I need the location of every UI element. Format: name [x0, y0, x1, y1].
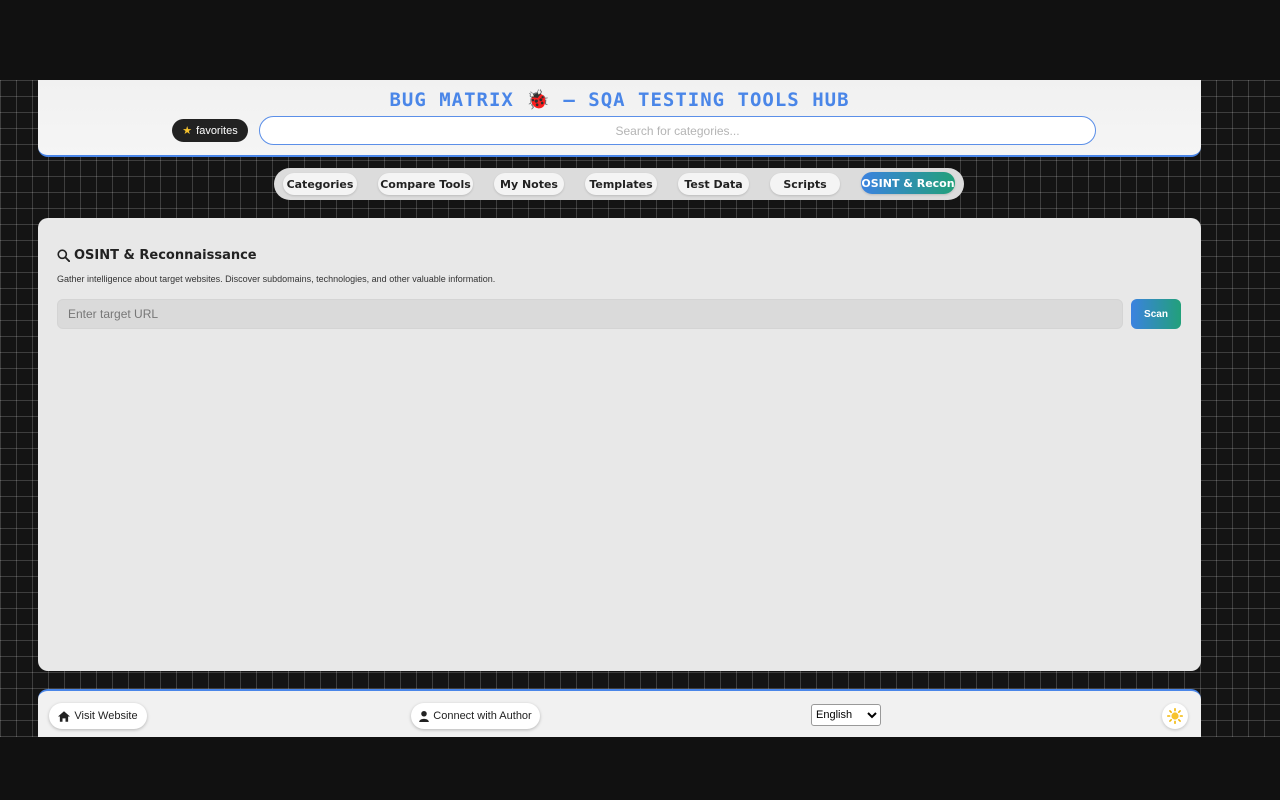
scan-button[interactable]: Scan — [1131, 299, 1181, 329]
visit-website-button[interactable]: Visit Website — [49, 703, 147, 729]
connect-author-button[interactable]: Connect with Author — [411, 703, 540, 729]
footer: Visit Website Connect with Author Englis… — [38, 689, 1201, 737]
search-icon — [57, 249, 70, 262]
panel-title: OSINT & Reconnaissance — [74, 248, 257, 263]
main-nav: Categories Compare Tools My Notes Templa… — [274, 168, 964, 200]
panel-description: Gather intelligence about target website… — [57, 274, 496, 284]
app-viewport: BUG MATRIX 🐞 – SQA TESTING TOOLS HUB ★ f… — [0, 80, 1280, 737]
visit-website-label: Visit Website — [74, 710, 138, 722]
favorites-label: favorites — [196, 124, 238, 137]
tab-osint-recon[interactable]: OSINT & Recon — [861, 172, 955, 194]
connect-author-label: Connect with Author — [433, 710, 532, 722]
osint-panel: OSINT & Reconnaissance Gather intelligen… — [38, 218, 1201, 671]
target-url-input[interactable] — [57, 299, 1123, 329]
theme-toggle-button[interactable] — [1162, 703, 1188, 729]
sun-icon — [1167, 708, 1183, 724]
user-icon — [419, 710, 430, 722]
tab-templates[interactable]: Templates — [585, 173, 657, 195]
favorites-button[interactable]: ★ favorites — [172, 119, 248, 142]
app-title: BUG MATRIX 🐞 – SQA TESTING TOOLS HUB — [389, 89, 850, 111]
tab-test-data[interactable]: Test Data — [678, 173, 749, 195]
tab-my-notes[interactable]: My Notes — [494, 173, 564, 195]
tab-categories[interactable]: Categories — [283, 173, 357, 195]
home-icon — [58, 710, 71, 722]
language-select[interactable]: English — [811, 704, 881, 726]
panel-heading: OSINT & Reconnaissance — [57, 248, 257, 263]
star-icon: ★ — [182, 125, 193, 137]
tab-scripts[interactable]: Scripts — [770, 173, 840, 195]
header: BUG MATRIX 🐞 – SQA TESTING TOOLS HUB ★ f… — [38, 80, 1201, 157]
search-input[interactable] — [259, 116, 1096, 145]
tab-compare-tools[interactable]: Compare Tools — [378, 173, 473, 195]
